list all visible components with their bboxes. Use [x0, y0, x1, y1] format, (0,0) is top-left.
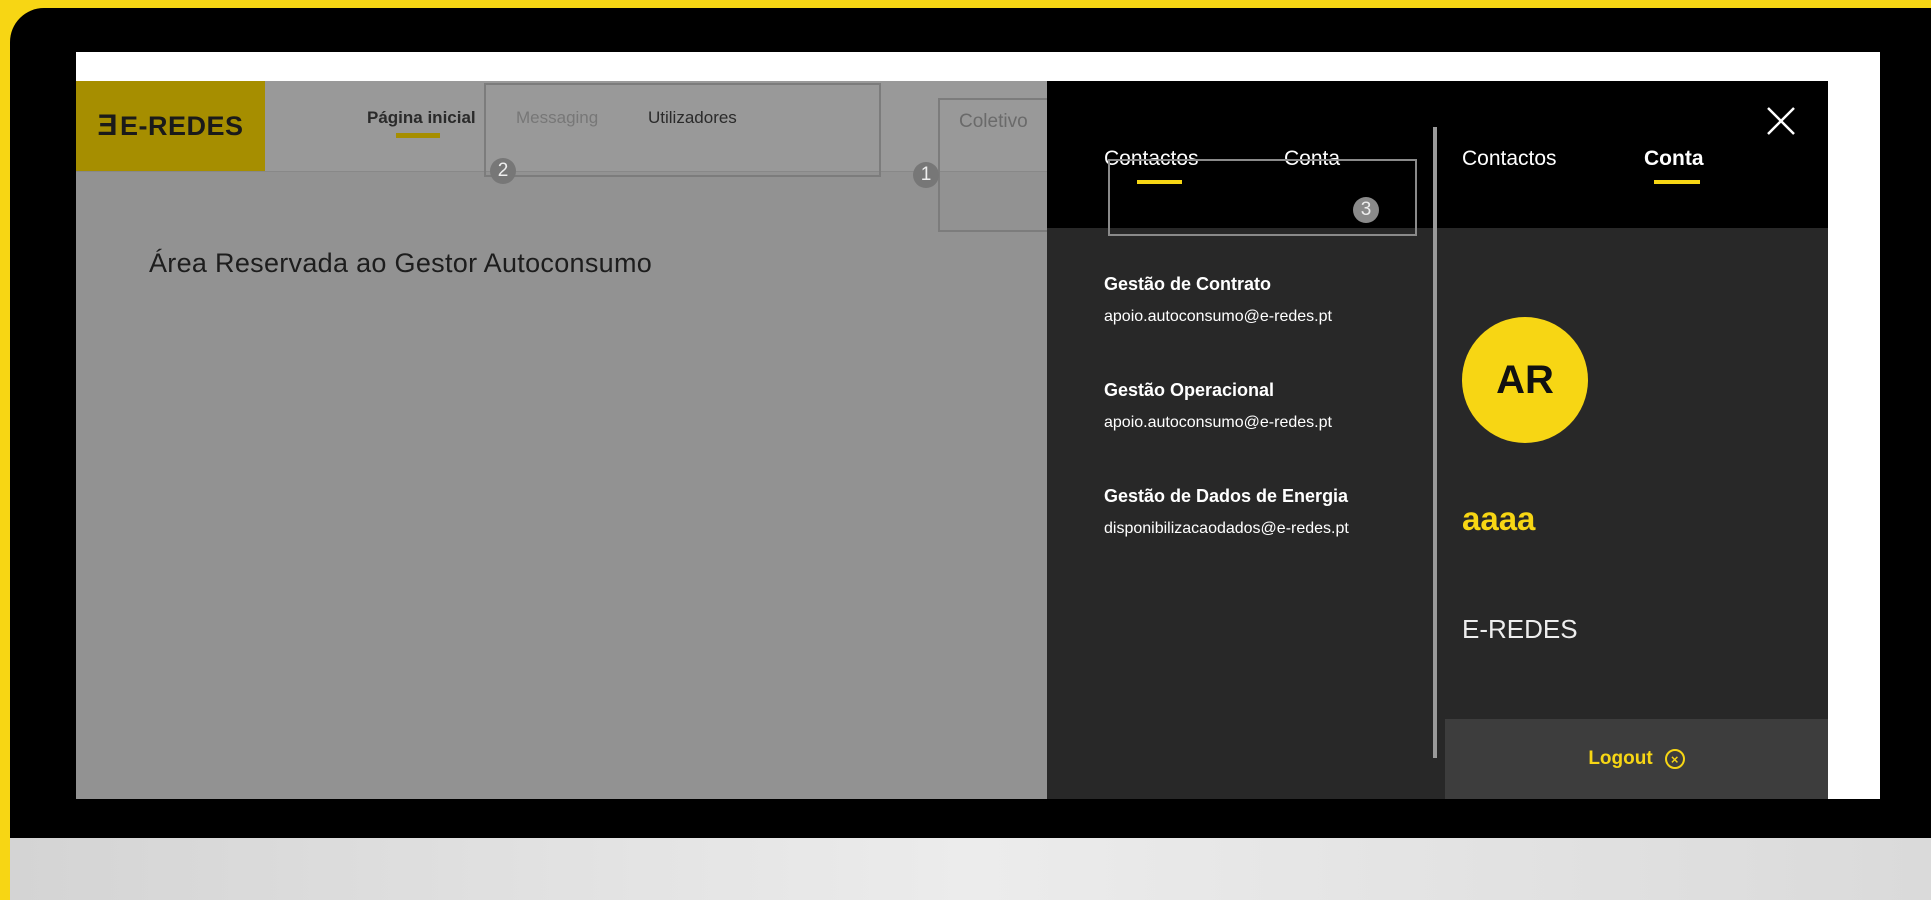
tab-contacts-right-label: Contactos: [1462, 147, 1557, 170]
dimmed-page: Ǝ E-REDES Página inicial Messaging Utili…: [76, 81, 1049, 799]
tab-account-right-underline: [1654, 180, 1700, 184]
annotation-badge-3: 3: [1353, 197, 1379, 223]
nav-home-active-underline: [396, 133, 440, 138]
contact-heading: Gestão de Contrato: [1104, 274, 1272, 294]
logout-label: Logout: [1588, 748, 1653, 769]
e-redes-logo[interactable]: Ǝ E-REDES: [76, 81, 265, 171]
avatar: AR: [1462, 317, 1588, 443]
account-name: aaaa: [1462, 500, 1536, 537]
nav-home-label: Página inicial: [367, 108, 476, 127]
highlight-box-2: [484, 83, 881, 177]
logo-text: E-REDES: [119, 110, 244, 141]
contact-email[interactable]: apoio.autoconsumo@e-redes.pt: [1104, 414, 1404, 432]
annotation-badge-1: 1: [913, 162, 939, 188]
nav-item-home[interactable]: Página inicial: [367, 108, 476, 138]
account-organization: E-REDES: [1462, 614, 1578, 644]
tab-account-right[interactable]: Conta: [1644, 147, 1704, 184]
top-navigation-bar: Ǝ E-REDES Página inicial Messaging Utili…: [76, 81, 1049, 232]
contact-item: Gestão de Contrato apoio.autoconsumo@e-r…: [1104, 274, 1404, 380]
nav-item-messaging[interactable]: Messaging: [516, 108, 598, 128]
contact-email[interactable]: apoio.autoconsumo@e-redes.pt: [1104, 308, 1404, 326]
contacts-list: Gestão de Contrato apoio.autoconsumo@e-r…: [1104, 274, 1404, 592]
close-icon[interactable]: [1765, 105, 1797, 137]
panel-divider-scrollbar[interactable]: [1433, 127, 1437, 758]
nav-item-users[interactable]: Utilizadores: [648, 108, 737, 128]
contact-email[interactable]: disponibilizacaodados@e-redes.pt: [1104, 520, 1404, 538]
annotation-badge-2: 2: [490, 158, 516, 184]
account-panel: Contactos Conta 3 Contactos Conta Gestão…: [1047, 81, 1828, 799]
right-gutter: [1828, 81, 1880, 799]
logout-button[interactable]: Logout ×: [1445, 719, 1828, 799]
tab-contacts-right[interactable]: Contactos: [1462, 147, 1557, 171]
app-screen: Ǝ E-REDES Página inicial Messaging Utili…: [76, 52, 1880, 799]
contact-heading: Gestão de Dados de Energia: [1104, 486, 1349, 506]
contact-item: Gestão Operacional apoio.autoconsumo@e-r…: [1104, 380, 1404, 486]
tab-account-right-label: Conta: [1644, 147, 1704, 170]
page-title: Área Reservada ao Gestor Autoconsumo: [149, 248, 653, 278]
logout-circle-x-icon: ×: [1664, 749, 1685, 769]
contact-heading: Gestão Operacional: [1104, 380, 1275, 400]
contact-item: Gestão de Dados de Energia disponibiliza…: [1104, 486, 1404, 592]
panel-header: Contactos Conta 3 Contactos Conta: [1047, 81, 1828, 236]
nav-item-coletivo-truncated[interactable]: Coletivo: [959, 111, 1028, 133]
logo-glyph: Ǝ: [97, 109, 118, 142]
device-bottom-strip: [10, 838, 1931, 900]
